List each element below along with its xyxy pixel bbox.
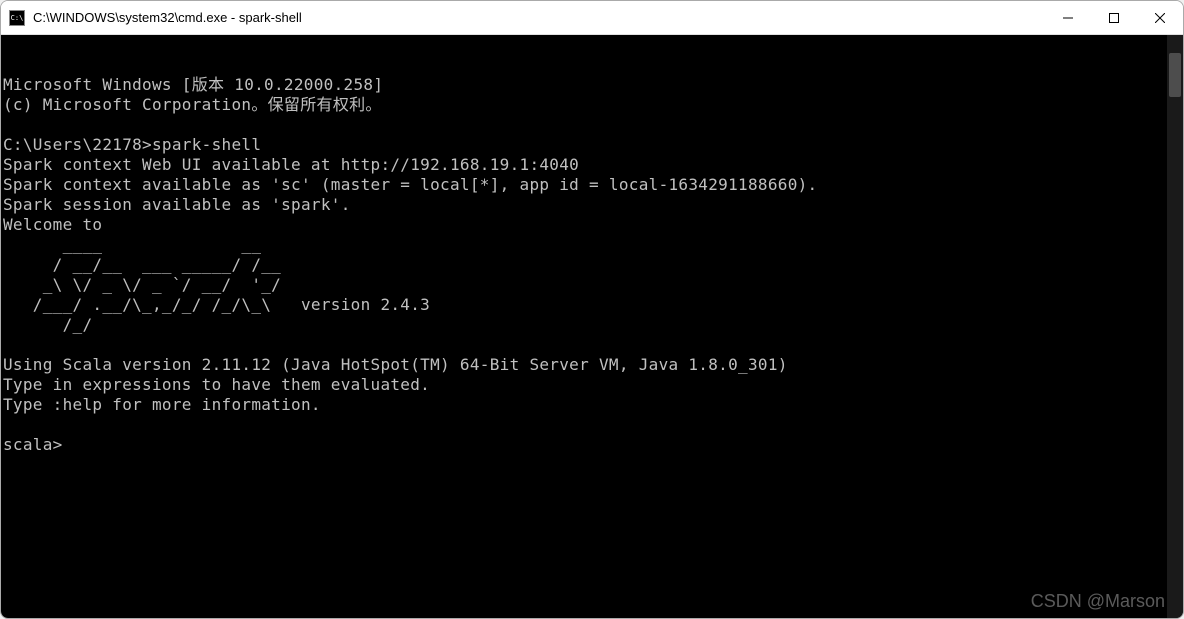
close-button[interactable] [1137,1,1183,34]
window-title: C:\WINDOWS\system32\cmd.exe - spark-shel… [33,10,1045,25]
window-controls [1045,1,1183,34]
scala-version-line: Using Scala version 2.11.12 (Java HotSpo… [3,355,788,374]
entered-command: spark-shell [152,135,261,154]
spark-webui-line: Spark context Web UI available at http:/… [3,155,579,174]
os-version-line: Microsoft Windows [版本 10.0.22000.258] [3,75,383,94]
cmd-icon: C:\ [9,10,25,26]
terminal-text: Microsoft Windows [版本 10.0.22000.258] (c… [1,75,1183,455]
scala-repl-prompt: scala> [3,435,63,454]
scroll-thumb[interactable] [1169,53,1181,97]
titlebar[interactable]: C:\ C:\WINDOWS\system32\cmd.exe - spark-… [1,1,1183,35]
spark-context-line: Spark context available as 'sc' (master … [3,175,818,194]
minimize-button[interactable] [1045,1,1091,34]
vertical-scrollbar[interactable] [1167,35,1183,618]
spark-session-line: Spark session available as 'spark'. [3,195,351,214]
type-expressions-line: Type in expressions to have them evaluat… [3,375,430,394]
prompt-path: C:\Users\22178> [3,135,152,154]
spark-ascii-art: ____ __ / __/__ ___ _____/ /__ _\ \/ _ \… [3,235,430,334]
type-help-line: Type :help for more information. [3,395,321,414]
welcome-line: Welcome to [3,215,102,234]
maximize-button[interactable] [1091,1,1137,34]
cmd-window: C:\ C:\WINDOWS\system32\cmd.exe - spark-… [0,0,1184,619]
copyright-line: (c) Microsoft Corporation。保留所有权利。 [3,95,382,114]
terminal-output[interactable]: Microsoft Windows [版本 10.0.22000.258] (c… [1,35,1183,618]
